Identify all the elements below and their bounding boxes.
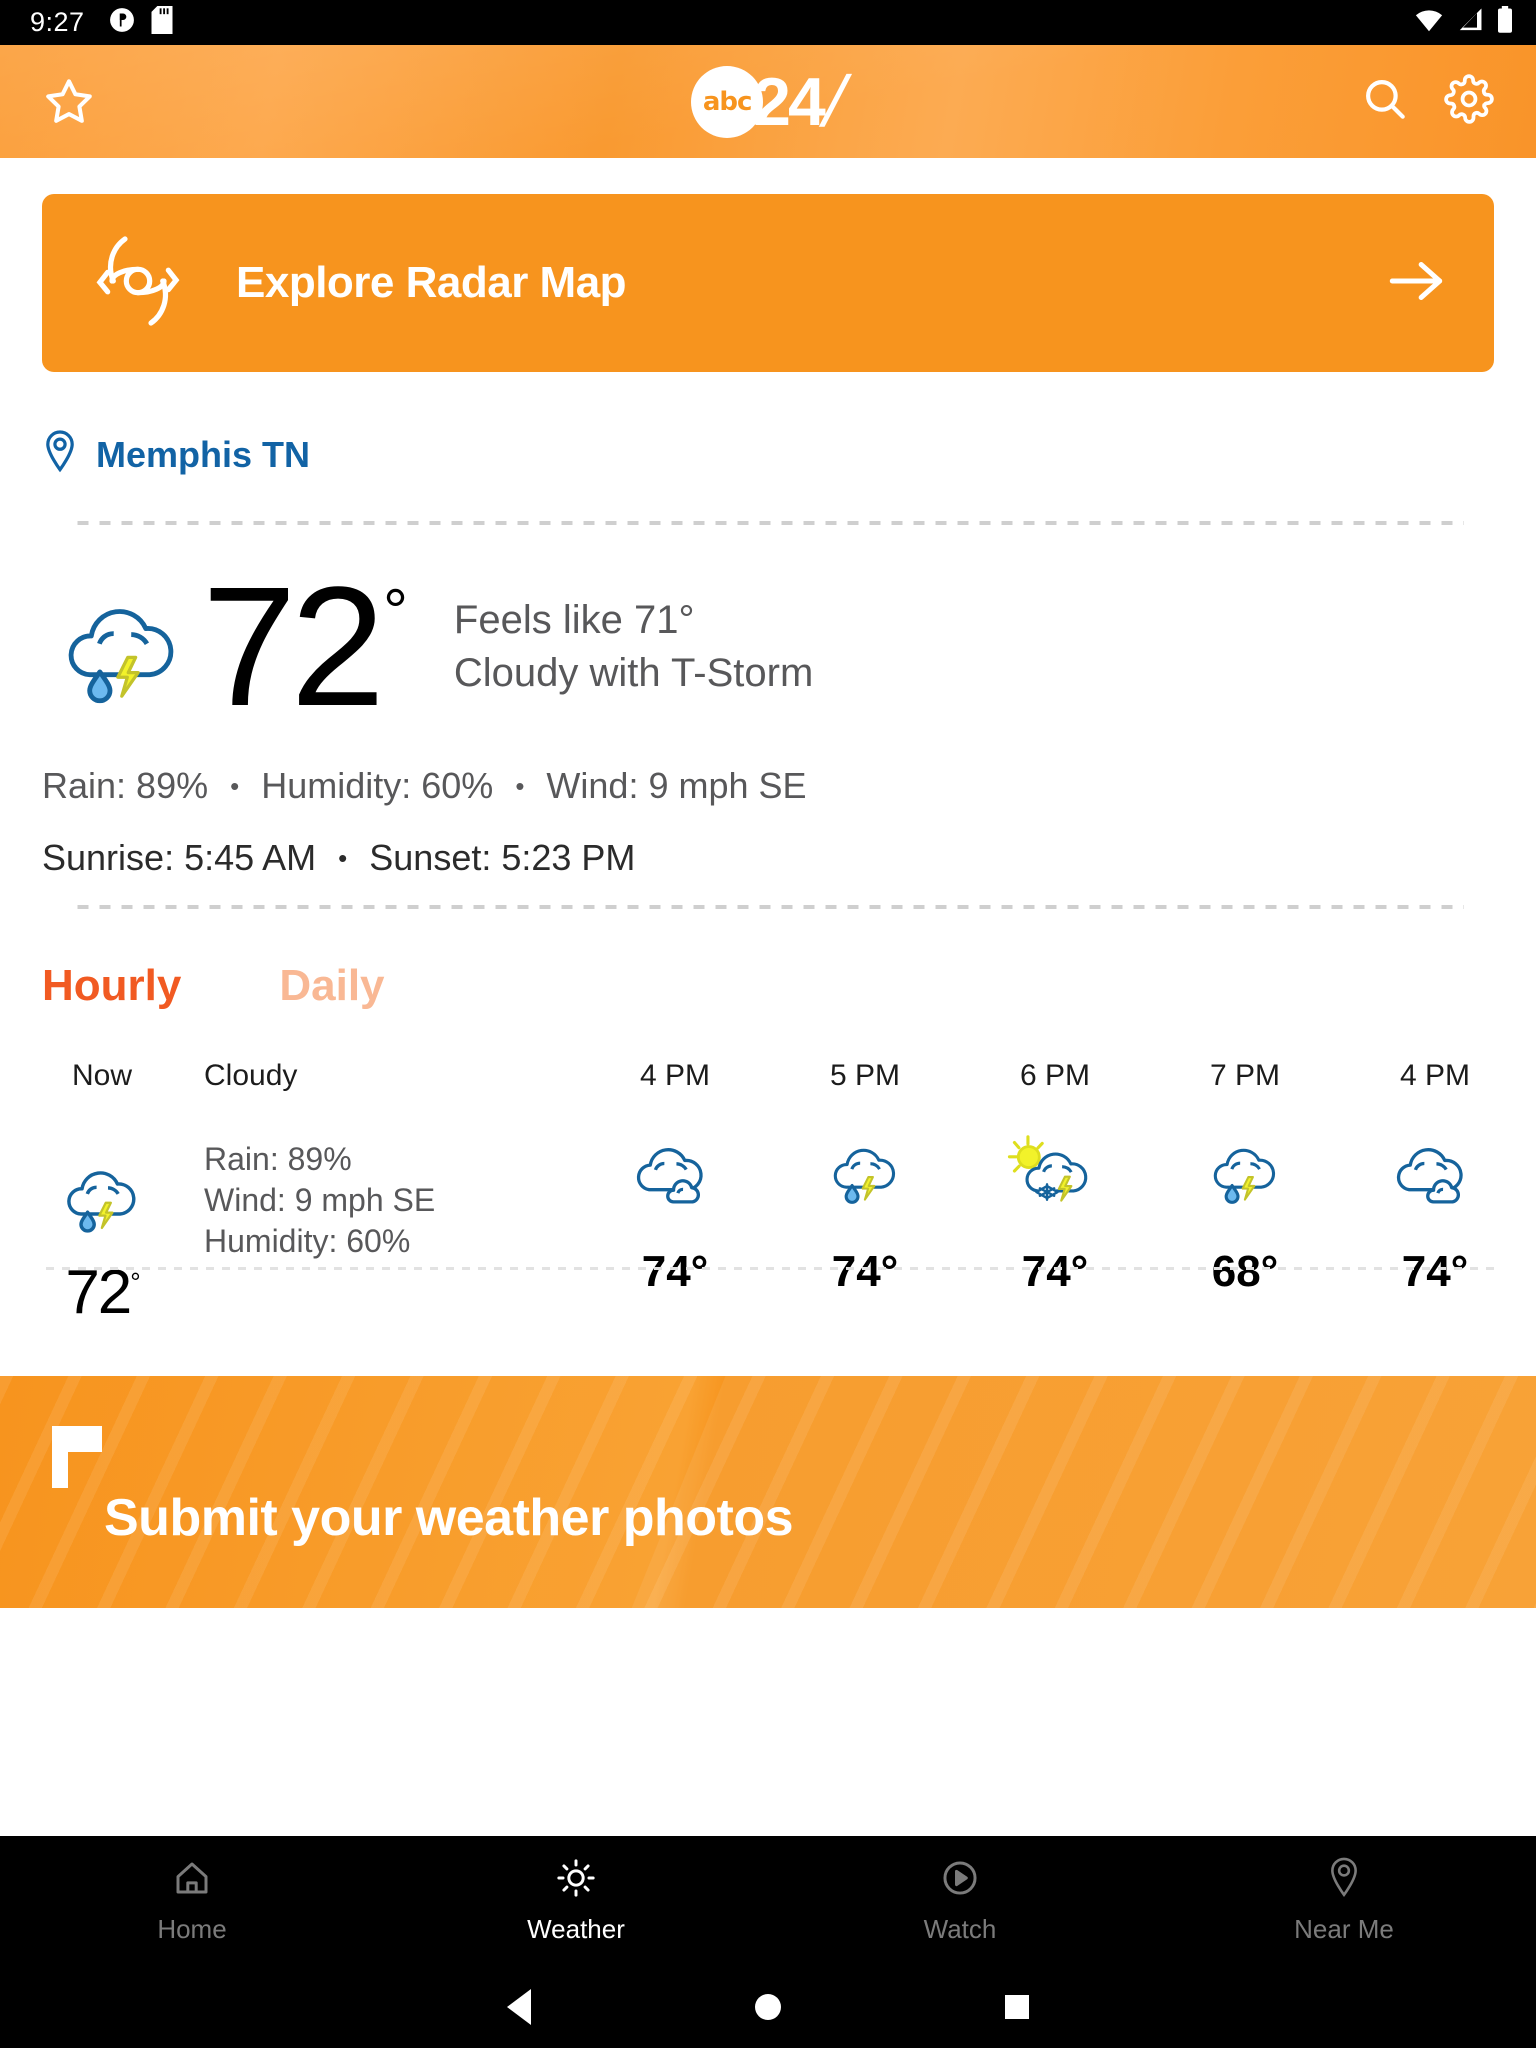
now-detail-column: Cloudy Rain: 89% Wind: 9 mph SE Humidity… [204,1059,435,1328]
sunset-stat: Sunset: 5:23 PM [369,837,636,879]
hourly-item[interactable]: 6 PM 74° [996,1059,1114,1328]
nav-item-near-me[interactable]: Near Me [1152,1857,1536,1945]
battery-icon [1496,6,1514,39]
wind-stat: Wind: 9 mph SE [546,765,807,807]
hourly-item[interactable]: 7 PM 68° [1186,1059,1304,1328]
corner-bracket-icon [52,1426,102,1489]
now-condition: Cloudy [204,1059,298,1093]
current-temperature: 72 ° [202,552,408,742]
current-temp-value: 72 [202,552,385,742]
now-humidity: Humidity: 60% [204,1223,411,1260]
bullet-separator: • [230,771,240,802]
nav-item-watch[interactable]: Watch [768,1857,1152,1945]
now-column: Now 72 ° [42,1059,162,1328]
sun-icon [555,1857,597,1904]
current-temp-degree: ° [383,577,408,646]
tab-daily[interactable]: Daily [279,961,384,1011]
hourly-temp: 74° [641,1247,709,1297]
home-icon [171,1857,213,1904]
hourly-temp: 74° [1021,1247,1089,1297]
nav-label-weather: Weather [527,1914,625,1944]
forecast-tabs: Hourly Daily [0,909,1536,1011]
nav-item-weather[interactable]: Weather [384,1857,768,1945]
circle-home-icon[interactable] [755,1994,781,2020]
location-row[interactable]: Memphis TN [0,372,1536,479]
nav-label-home: Home [157,1914,227,1944]
stats-row-primary: Rain: 89% • Humidity: 60% • Wind: 9 mph … [42,765,1494,807]
hourly-item[interactable]: 4 PM 74° [1376,1059,1494,1328]
gear-icon[interactable] [1444,74,1494,129]
location-name: Memphis TN [96,433,311,475]
explore-radar-map-banner[interactable]: Explore Radar Map [42,194,1494,372]
nav-label-near-me: Near Me [1294,1914,1394,1944]
hourly-temp: 74° [831,1247,899,1297]
current-stats: Rain: 89% • Humidity: 60% • Wind: 9 mph … [0,725,1536,879]
rain-stat: Rain: 89% [42,765,209,807]
app-header: abc 24 / [0,45,1536,158]
location-pin-icon [1323,1857,1365,1904]
cloudy-icon [1389,1123,1481,1219]
bullet-separator: • [515,771,525,802]
tab-hourly[interactable]: Hourly [42,961,181,1011]
condition-text: Cloudy with T-Storm [453,651,814,696]
hourly-items: 4 PM 74° 5 PM 74° 6 PM 74° 7 PM 68° 4 PM… [544,1059,1494,1328]
stats-row-sun: Sunrise: 5:45 AM • Sunset: 5:23 PM [42,837,1494,879]
cloud-rain-thunder-icon [819,1123,911,1219]
play-icon [939,1857,981,1904]
status-bar-clock: 9:27 [30,7,85,37]
sunrise-stat: Sunrise: 5:45 AM [42,837,317,879]
hourly-temp: 74° [1401,1247,1469,1297]
abc24-logo: abc 24 / [0,45,1536,158]
sd-card-icon [151,6,173,39]
feels-like-text: Feels like 71° [453,598,695,643]
now-label: Now [71,1059,132,1093]
promo-label: Submit your weather photos [104,1489,794,1548]
hourly-item[interactable]: 4 PM 74° [616,1059,734,1328]
nav-item-home[interactable]: Home [0,1857,384,1945]
hourly-temp: 68° [1211,1247,1279,1297]
cloud-rain-thunder-icon [54,1151,150,1241]
wifi-icon [1414,7,1444,38]
notification-icon [109,7,135,38]
logo-abc-text: abc [702,86,753,117]
android-system-nav [0,1966,1536,2048]
bottom-navigation-bar: Home Weather Watch Near Me [0,1836,1536,2048]
bullet-separator: • [338,843,348,874]
radar-banner-label: Explore Radar Map [236,258,627,307]
sun-cloud-snow-thunder-icon [1006,1123,1104,1219]
hourly-time: 4 PM [639,1059,711,1093]
android-status-bar: 9:27 [0,0,1536,45]
hourly-time: 5 PM [829,1059,901,1093]
radar-hurricane-icon [86,229,190,338]
cloud-rain-thunder-icon [1199,1123,1291,1219]
hourly-time: 6 PM [1019,1059,1091,1093]
hourly-time: 7 PM [1209,1059,1281,1093]
submit-weather-photos-banner[interactable]: Submit your weather photos [0,1376,1536,1609]
arrow-right-icon[interactable] [1384,254,1450,313]
hourly-forecast-strip: Now 72 ° Cloudy Rain: 89% Wind: 9 mph SE… [0,1011,1536,1328]
humidity-stat: Humidity: 60% [261,765,494,807]
logo-24-text: 24 [753,63,826,140]
now-rain: Rain: 89% [204,1141,352,1178]
hourly-item[interactable]: 5 PM 74° [806,1059,924,1328]
search-icon[interactable] [1360,74,1410,129]
cloud-rain-thunder-icon [42,587,202,707]
cell-signal-icon [1456,7,1484,38]
location-pin-icon [42,430,78,479]
cloudy-icon [629,1123,721,1219]
triangle-back-icon[interactable] [507,1989,531,2025]
current-conditions: 72 ° Feels like 71° Cloudy with T-Storm [0,525,1536,742]
hourly-baseline [42,1267,1494,1271]
square-recents-icon[interactable] [1005,1995,1029,2019]
now-wind: Wind: 9 mph SE [204,1182,436,1219]
now-temp-degree: ° [130,1267,141,1298]
hourly-time: 4 PM [1399,1059,1471,1093]
nav-label-watch: Watch [923,1914,997,1944]
